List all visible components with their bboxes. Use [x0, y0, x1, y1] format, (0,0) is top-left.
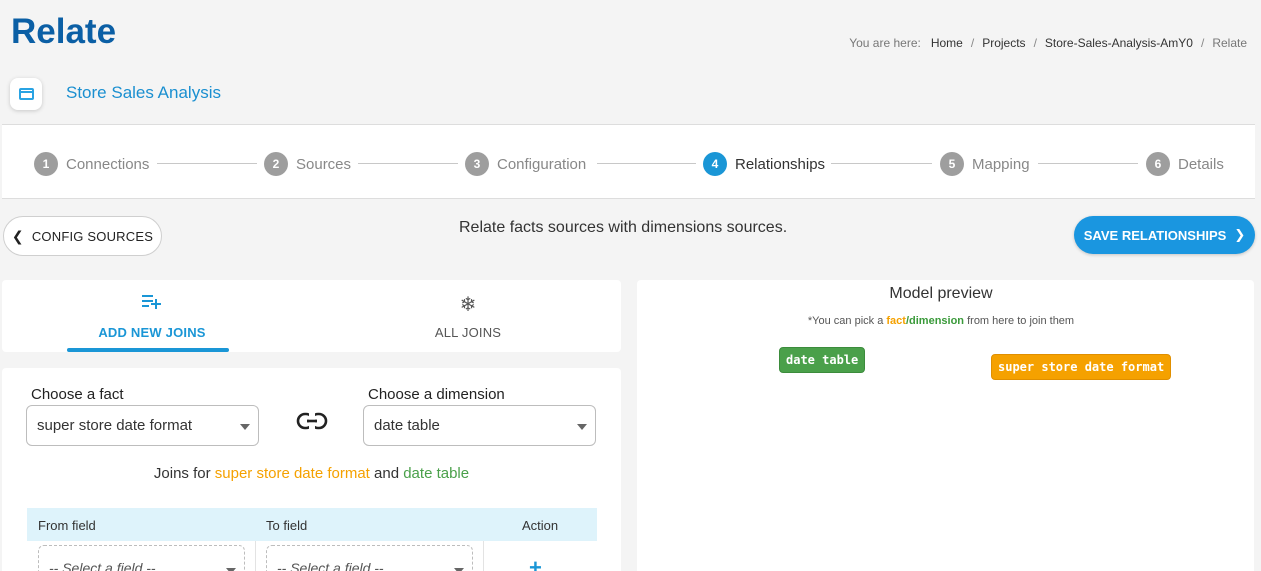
note-dimension: dimension — [909, 315, 965, 327]
step-label: Details — [1178, 155, 1224, 173]
joins-heading-fact: super store date format — [214, 465, 370, 482]
breadcrumb-home[interactable]: Home — [931, 36, 963, 50]
page-hint: Relate facts sources with dimensions sou… — [459, 219, 788, 236]
cell-divider — [483, 541, 484, 571]
join-form: Choose a fact super store date format Ch… — [2, 368, 621, 571]
link-icon — [296, 412, 328, 430]
column-to-field: To field — [266, 518, 308, 533]
step-connector — [831, 163, 932, 164]
fact-label: Choose a fact — [31, 386, 124, 403]
breadcrumb-projects[interactable]: Projects — [982, 36, 1025, 50]
step-mapping[interactable]: 5 Mapping — [940, 152, 1030, 176]
joins-heading: Joins for super store date format and da… — [2, 465, 621, 482]
model-preview-title: Model preview — [889, 285, 993, 302]
note-fact: fact — [886, 315, 906, 327]
step-label: Sources — [296, 155, 352, 173]
breadcrumb-current: Relate — [1212, 36, 1247, 50]
step-connector — [358, 163, 458, 164]
step-number: 2 — [264, 152, 288, 176]
chevron-right-icon: ❯ — [1234, 227, 1246, 242]
step-relationships[interactable]: 4 Relationships — [703, 152, 825, 176]
column-from-field: From field — [38, 518, 96, 533]
project-name[interactable]: Store Sales Analysis — [66, 83, 221, 103]
playlist-add-icon — [2, 292, 302, 315]
wizard-stepper: 1 Connections 2 Sources 3 Configuration … — [2, 124, 1255, 199]
breadcrumb-separator: / — [1033, 36, 1037, 50]
step-number: 4 — [703, 152, 727, 176]
step-sources[interactable]: 2 Sources — [264, 152, 351, 176]
step-number: 1 — [34, 152, 58, 176]
step-label: Mapping — [972, 155, 1030, 173]
config-sources-label: CONFIG SOURCES — [31, 228, 154, 244]
joins-table: From field To field Action -- Select a f… — [27, 508, 597, 571]
note-suffix: from here to join them — [967, 315, 1075, 327]
active-tab-indicator — [67, 348, 229, 352]
model-preview-note: *You can pick a fact/dimension from here… — [637, 315, 1245, 327]
tab-label: ALL JOINS — [434, 325, 502, 340]
fact-select[interactable]: super store date format — [26, 405, 259, 446]
joins-table-header: From field To field Action — [27, 508, 597, 541]
step-number: 5 — [940, 152, 964, 176]
dimension-node[interactable]: date table — [779, 347, 866, 373]
chevron-left-icon: ❮ — [11, 227, 24, 244]
to-field-placeholder: -- Select a field -- — [277, 560, 384, 571]
save-relationships-button[interactable]: SAVE RELATIONSHIPS ❯ — [1074, 216, 1255, 254]
step-number: 6 — [1146, 152, 1170, 176]
add-join-button[interactable]: + — [529, 555, 542, 571]
caret-down-icon — [240, 424, 250, 430]
page-title: Relate — [11, 12, 117, 51]
to-field-select[interactable]: -- Select a field -- — [266, 545, 473, 571]
joins-heading-prefix: Joins for — [153, 465, 211, 482]
dimension-label: Choose a dimension — [368, 386, 505, 403]
fact-node[interactable]: super store date format — [991, 354, 1172, 380]
step-connector — [157, 163, 257, 164]
tab-label: ADD NEW JOINS — [98, 325, 206, 340]
folder-icon[interactable] — [10, 78, 42, 110]
dimension-select[interactable]: date table — [363, 405, 596, 446]
step-connector — [597, 163, 696, 164]
table-row: -- Select a field -- -- Select a field -… — [27, 541, 597, 571]
fact-select-value: super store date format — [37, 417, 193, 434]
step-label: Relationships — [735, 155, 826, 173]
joins-heading-dimension: date table — [403, 465, 470, 482]
breadcrumb-separator: / — [1200, 36, 1205, 50]
model-preview: Model preview *You can pick a fact/dimen… — [637, 280, 1254, 571]
step-label: Configuration — [497, 155, 587, 173]
step-label: Connections — [66, 155, 150, 173]
joins-tabs: ADD NEW JOINS ❄ ALL JOINS — [2, 280, 621, 352]
snowflake-icon: ❄ — [459, 294, 477, 316]
config-sources-button[interactable]: ❮ CONFIG SOURCES — [3, 216, 162, 256]
breadcrumb: You are here: Home / Projects / Store-Sa… — [849, 36, 1247, 50]
project-bar: Store Sales Analysis — [0, 70, 1261, 124]
breadcrumb-separator: / — [970, 36, 975, 50]
cell-divider — [255, 541, 256, 571]
column-action: Action — [522, 518, 559, 533]
save-relationships-label: SAVE RELATIONSHIPS — [1083, 227, 1227, 243]
tab-all-joins[interactable]: ❄ ALL JOINS — [318, 280, 618, 352]
from-field-select[interactable]: -- Select a field -- — [38, 545, 245, 571]
step-details[interactable]: 6 Details — [1146, 152, 1224, 176]
joins-heading-and: and — [374, 465, 400, 482]
breadcrumb-label: You are here: — [849, 36, 921, 50]
breadcrumb-project[interactable]: Store-Sales-Analysis-AmY0 — [1045, 36, 1193, 50]
note-prefix: *You can pick a — [807, 315, 884, 327]
caret-down-icon — [577, 424, 587, 430]
step-connector — [1038, 163, 1138, 164]
dimension-select-value: date table — [374, 417, 440, 434]
step-configuration[interactable]: 3 Configuration — [465, 152, 586, 176]
step-number: 3 — [465, 152, 489, 176]
from-field-placeholder: -- Select a field -- — [49, 560, 156, 571]
tab-add-new-joins[interactable]: ADD NEW JOINS — [2, 280, 302, 352]
step-connections[interactable]: 1 Connections — [34, 152, 149, 176]
